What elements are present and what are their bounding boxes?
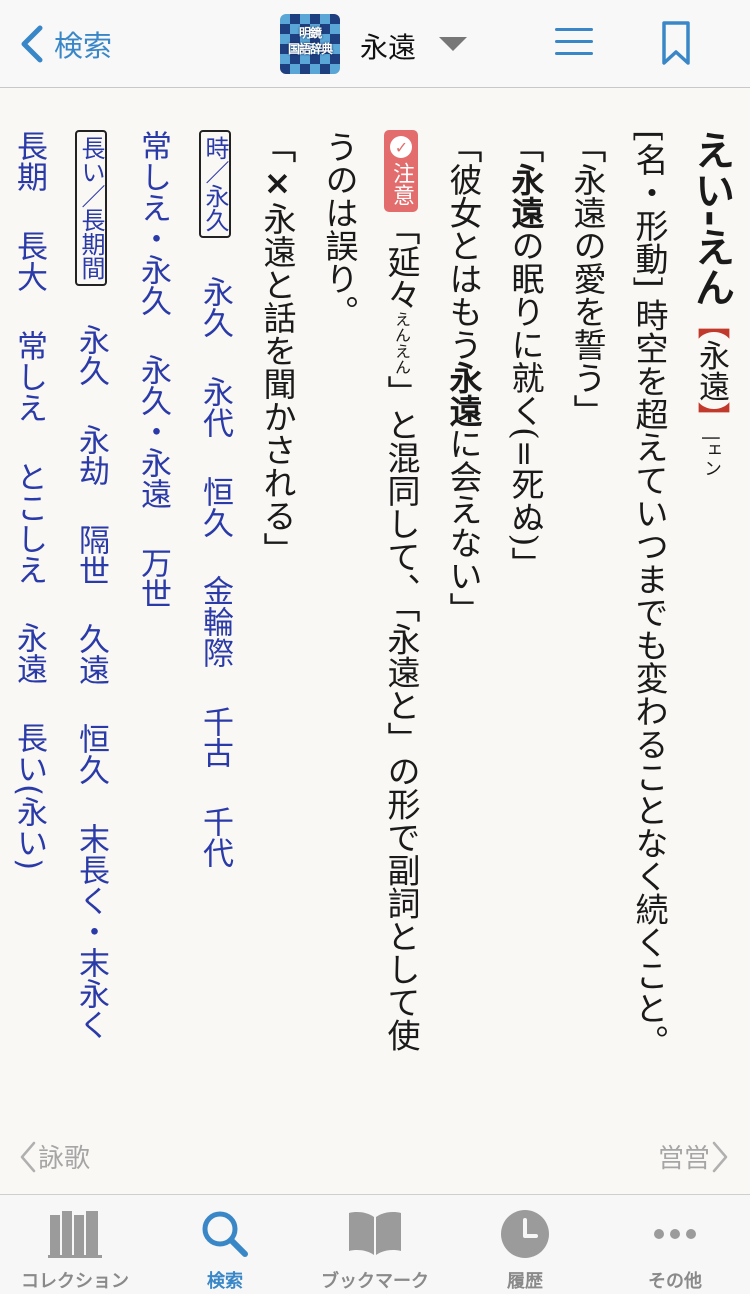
tab-history[interactable]: 履歴 <box>450 1195 600 1294</box>
notice-label: 注意 <box>389 162 414 206</box>
headword-kanji: 永遠 <box>693 339 729 402</box>
tab-bookmark[interactable]: ブックマーク <box>300 1195 450 1294</box>
menu-icon[interactable] <box>555 26 593 58</box>
back-button[interactable]: 検索 <box>16 22 112 66</box>
definition: [名・形動] 時空を超えていつまでも変わることなく続くこと。 <box>618 130 680 1080</box>
synonym-link[interactable]: 永代 <box>197 376 233 438</box>
clock-icon <box>501 1210 549 1258</box>
next-entry-label: 営営 <box>657 1144 710 1174</box>
app-icon-line1: 明鏡 <box>298 26 322 40</box>
synonym-link[interactable]: とこしえ <box>11 461 47 585</box>
search-icon <box>202 1211 248 1257</box>
part-of-speech: [名・形動] <box>630 130 669 288</box>
synonym-link[interactable]: 永遠 <box>11 622 47 684</box>
tab-label: ブックマーク <box>321 1271 429 1292</box>
tab-label: 検索 <box>207 1271 243 1292</box>
bookmark-icon[interactable] <box>660 20 692 66</box>
entry-content: えい-えん【永遠】|ェン [名・形動] 時空を超えていつまでも変わることなく続く… <box>0 130 742 1080</box>
synonym-link[interactable]: 永久 <box>73 324 109 386</box>
example-3-pre: 「彼女とはもう <box>444 130 483 361</box>
synonym-link[interactable]: 永久 <box>197 276 233 338</box>
synonym-link[interactable]: 長大 <box>11 230 47 292</box>
previous-entry-label: 詠歌 <box>38 1144 91 1174</box>
tab-bar: コレクション 検索 ブックマーク 履歴 その他 <box>0 1194 750 1294</box>
dictionary-app-icon: 明鏡 国語辞典 <box>280 14 340 74</box>
example-1: 「永遠の愛を誓う」 <box>568 130 607 427</box>
synonym-link[interactable]: 久遠 <box>73 623 109 685</box>
kanji-bracket-close: 】 <box>692 401 731 435</box>
chevron-left-icon <box>20 1141 36 1172</box>
check-icon: ✓ <box>390 136 412 158</box>
synonym-link[interactable]: 金輪際 <box>197 575 233 668</box>
synonym-link[interactable]: 万世 <box>135 547 171 609</box>
tab-collection[interactable]: コレクション <box>0 1195 150 1294</box>
accent-mark: |ェン <box>701 434 722 477</box>
synonym-link[interactable]: 長い(永い) <box>11 722 47 870</box>
navigation-bar: 検索 明鏡 国語辞典 永遠 <box>0 0 750 88</box>
synonym-link[interactable]: 末長く・末永く <box>73 823 109 1040</box>
entry-headline: えい-えん【永遠】|ェン <box>680 130 742 1080</box>
synonym-link[interactable]: 恒久 <box>73 723 109 785</box>
entry-title[interactable]: 永遠 <box>360 26 416 66</box>
synonym-line-4: 長期 長大 常しえ とこしえ 永遠 長い(永い) <box>0 130 60 1080</box>
example-3-post: に会えない」 <box>444 427 483 625</box>
synonym-line-1: 時／永久 永久 永代 恒久 金輪際 千古 千代 <box>184 130 246 1080</box>
books-icon <box>48 1211 102 1258</box>
next-entry-link[interactable]: 営営 <box>658 1138 730 1175</box>
synonym-link[interactable]: 永劫 <box>73 424 109 486</box>
tab-label: 履歴 <box>507 1271 543 1292</box>
example-2-bold: 永遠 <box>506 163 545 229</box>
wrong-example-open: 「 <box>258 130 297 163</box>
kanji-bracket-open: 【 <box>692 306 731 340</box>
synonym-link[interactable]: 千代 <box>197 806 233 868</box>
synonym-link[interactable]: 常しえ <box>11 330 47 423</box>
notice-text-1: 「延々 <box>382 212 421 311</box>
more-dots-icon <box>654 1229 696 1239</box>
open-book-icon <box>349 1212 401 1255</box>
synonym-line-2: 常しえ・永久 永久・永遠 万世 <box>122 130 184 1080</box>
back-button-label: 検索 <box>54 29 113 63</box>
example-2-open: 「 <box>506 130 545 163</box>
notice-badge: ✓ 注意 <box>384 130 418 212</box>
entry-body: えい-えん【永遠】|ェン [名・形動] 時空を超えていつまでも変わることなく続く… <box>0 130 742 1080</box>
example-2-rest: の眠りに就く(=死ぬ)」 <box>506 229 545 580</box>
synonym-link[interactable]: 恒久 <box>197 476 233 538</box>
tab-more[interactable]: その他 <box>600 1195 750 1294</box>
tab-label: コレクション <box>21 1271 129 1292</box>
tab-label: その他 <box>648 1271 702 1292</box>
synonym-link[interactable]: 永久・永遠 <box>135 354 171 509</box>
tab-search[interactable]: 検索 <box>150 1195 300 1294</box>
example-3: 「彼女とはもう永遠に会えない」 <box>432 130 494 1080</box>
caret-down-icon[interactable] <box>438 36 468 52</box>
synonym-line-3: 長い／長期間 永久 永劫 隔世 久遠 恒久 末長く・末永く <box>60 130 122 1080</box>
synonym-link[interactable]: 隔世 <box>73 524 109 586</box>
wrong-example-text: 永遠と話を聞かされる」 <box>258 202 297 565</box>
wrong-example: 「×永遠と話を聞かされる」 <box>246 130 308 1080</box>
example-2: 「永遠の眠りに就く(=死ぬ)」 <box>494 130 556 1080</box>
notice: ✓注意「延々えんえん」と混同して、「永遠と」の形で副詞として使うのは誤り。 <box>308 130 432 1080</box>
definition-text: 時空を超えていつまでも変わることなく続くこと。 <box>630 298 669 1058</box>
chevron-left-icon <box>21 25 43 63</box>
cross-icon: × <box>258 163 297 202</box>
chevron-right-icon <box>712 1141 728 1172</box>
notice-reading: えんえん <box>392 311 411 375</box>
synonym-link[interactable]: 千古 <box>197 706 233 768</box>
app-icon-line2: 国語辞典 <box>287 42 333 56</box>
synonym-link[interactable]: 常しえ・永久 <box>135 130 171 316</box>
headword: えい-えん <box>688 130 734 307</box>
previous-entry-link[interactable]: 詠歌 <box>18 1138 90 1175</box>
example-3-bold: 永遠 <box>444 361 483 427</box>
synonym-category-label: 長い／長期間 <box>75 130 107 286</box>
synonym-link[interactable]: 長期 <box>11 130 47 192</box>
synonym-category-label: 時／永久 <box>199 130 231 238</box>
